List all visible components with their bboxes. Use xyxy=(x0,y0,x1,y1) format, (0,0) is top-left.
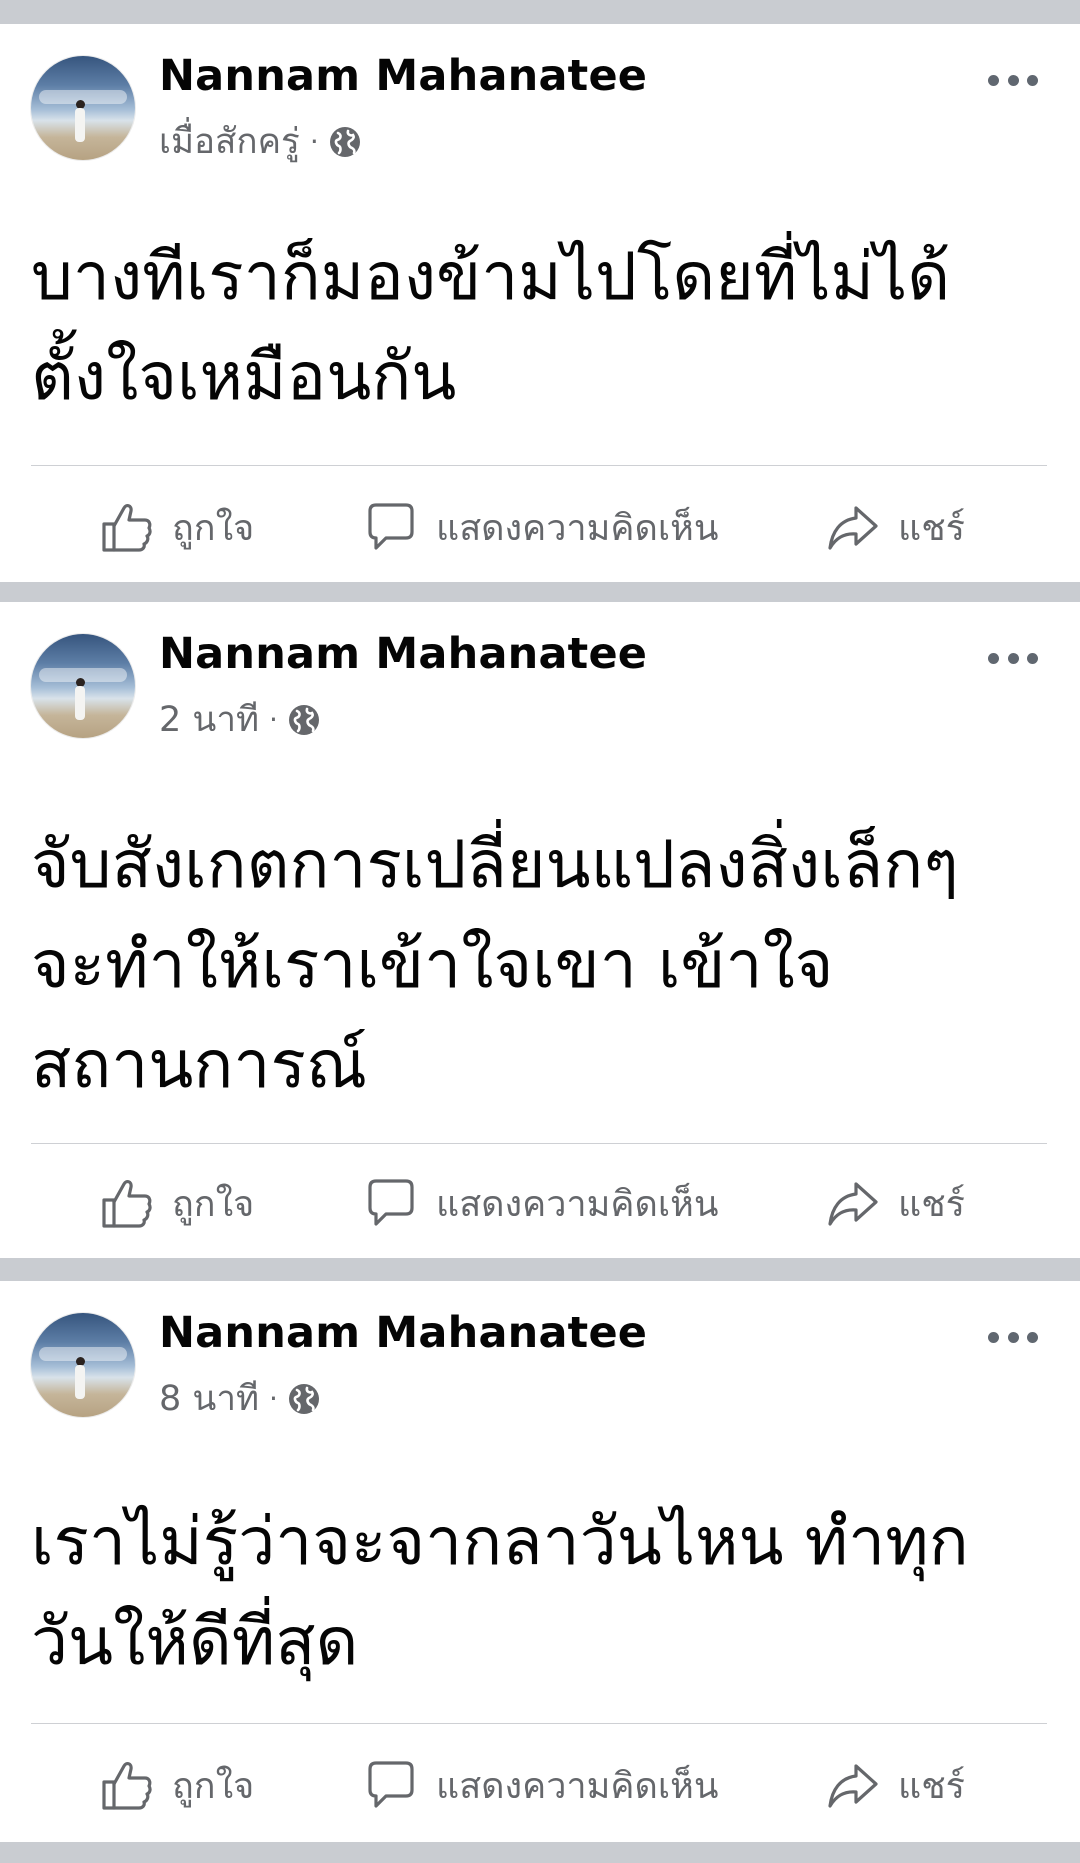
post-card: Nannam Mahanatee 2 นาที · จับสังเกตการเป… xyxy=(0,602,1080,1258)
post-actions: ถูกใจ แสดงความคิดเห็น แชร์ xyxy=(0,1148,1080,1258)
share-button[interactable]: แชร์ xyxy=(826,472,965,582)
action-divider xyxy=(31,1143,1047,1144)
post-timestamp[interactable]: เมื่อสักครู่ xyxy=(159,124,300,160)
thumbs-up-icon xyxy=(102,1180,152,1228)
post-meta: 2 นาที · xyxy=(159,700,320,740)
more-options-icon-dot xyxy=(1007,1331,1019,1343)
comment-button[interactable]: แสดงความคิดเห็น xyxy=(364,1148,718,1258)
globe-icon xyxy=(329,127,360,157)
post-actions: ถูกใจ แสดงความคิดเห็น แชร์ xyxy=(0,472,1080,582)
post-card: Nannam Mahanatee 8 นาที · เราไม่รู้ว่าจะ… xyxy=(0,1281,1080,1842)
post-timestamp[interactable]: 2 นาที xyxy=(159,702,259,738)
comment-label: แสดงความคิดเห็น xyxy=(436,1765,719,1807)
comment-bubble-icon xyxy=(368,1179,414,1226)
avatar-figure xyxy=(75,108,85,142)
author-name[interactable]: Nannam Mahanatee xyxy=(159,629,647,681)
share-label: แชร์ xyxy=(898,1765,965,1807)
share-button[interactable]: แชร์ xyxy=(826,1730,965,1840)
meta-separator: · xyxy=(269,1382,278,1415)
comment-bubble-icon xyxy=(368,1761,414,1808)
author-avatar[interactable] xyxy=(31,56,135,160)
post-actions: ถูกใจ แสดงความคิดเห็น แชร์ xyxy=(0,1730,1080,1840)
post-timestamp[interactable]: 8 นาที xyxy=(159,1381,259,1417)
like-button[interactable]: ถูกใจ xyxy=(100,1730,254,1840)
avatar-figure xyxy=(75,1365,85,1399)
author-avatar[interactable] xyxy=(31,1313,135,1417)
author-name[interactable]: Nannam Mahanatee xyxy=(159,51,647,103)
thumbs-up-icon xyxy=(102,1762,152,1810)
comment-label: แสดงความคิดเห็น xyxy=(436,1183,719,1225)
more-options-icon-dot xyxy=(988,1331,999,1343)
more-options-icon-dot xyxy=(1027,1331,1038,1343)
post-meta: 8 นาที · xyxy=(159,1379,320,1419)
action-divider xyxy=(31,465,1047,466)
avatar-figure xyxy=(75,686,85,720)
comment-button[interactable]: แสดงความคิดเห็น xyxy=(364,1730,718,1840)
more-options-button[interactable] xyxy=(988,1325,1038,1349)
author-avatar[interactable] xyxy=(31,634,135,738)
share-arrow-icon xyxy=(828,1182,878,1226)
more-options-icon-dot xyxy=(1007,74,1019,86)
meta-separator: · xyxy=(309,125,319,158)
post-card: Nannam Mahanatee เมื่อสักครู่ · บางทีเรา… xyxy=(0,24,1080,582)
share-label: แชร์ xyxy=(898,1183,965,1225)
like-button[interactable]: ถูกใจ xyxy=(100,472,254,582)
more-options-icon-dot xyxy=(1007,652,1019,664)
share-label: แชร์ xyxy=(898,507,965,549)
globe-icon xyxy=(288,1384,319,1414)
like-label: ถูกใจ xyxy=(172,1183,255,1225)
more-options-button[interactable] xyxy=(988,646,1038,670)
share-arrow-icon xyxy=(828,1764,878,1808)
post-text: จับสังเกตการเปลี่ยนแปลงสิ่งเล็กๆ จะทำให้… xyxy=(31,826,959,1103)
share-button[interactable]: แชร์ xyxy=(826,1148,965,1258)
meta-separator: · xyxy=(269,703,278,736)
author-name[interactable]: Nannam Mahanatee xyxy=(159,1308,647,1360)
action-divider xyxy=(31,1723,1047,1724)
share-arrow-icon xyxy=(828,506,878,550)
post-text: เราไม่รู้ว่าจะจากลาวันไหน ทำทุกวันให้ดีท… xyxy=(31,1503,969,1680)
comment-button[interactable]: แสดงความคิดเห็น xyxy=(364,472,718,582)
comment-bubble-icon xyxy=(368,503,414,550)
post-text: บางทีเราก็มองข้ามไปโดยที่ไม่ได้ตั้งใจเหม… xyxy=(31,238,951,415)
thumbs-up-icon xyxy=(102,504,152,552)
post-meta: เมื่อสักครู่ · xyxy=(159,122,361,162)
news-feed: Nannam Mahanatee เมื่อสักครู่ · บางทีเรา… xyxy=(0,0,1080,1863)
more-options-button[interactable] xyxy=(988,68,1038,92)
more-options-icon-dot xyxy=(988,74,999,86)
like-label: ถูกใจ xyxy=(172,507,255,549)
more-options-icon-dot xyxy=(1027,652,1038,664)
like-label: ถูกใจ xyxy=(172,1765,255,1807)
globe-icon xyxy=(288,705,319,735)
more-options-icon-dot xyxy=(1027,74,1038,86)
like-button[interactable]: ถูกใจ xyxy=(100,1148,254,1258)
more-options-icon-dot xyxy=(988,652,999,664)
comment-label: แสดงความคิดเห็น xyxy=(436,507,719,549)
